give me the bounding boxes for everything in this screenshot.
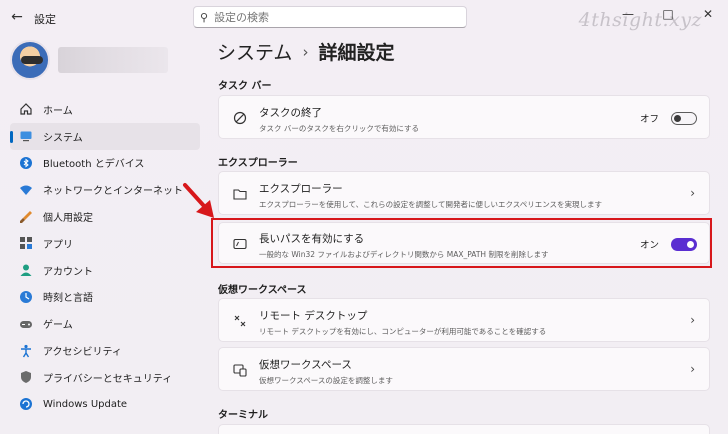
app-title: 設定 xyxy=(34,13,56,26)
page-title: 詳細設定 xyxy=(318,42,395,64)
sidebar-item-label: アカウント xyxy=(43,266,93,278)
back-arrow-icon: ← xyxy=(11,9,23,25)
window-controls: — □ ✕ xyxy=(608,0,728,28)
sidebar-item-label: ネットワークとインターネット xyxy=(43,186,183,198)
sidebar-item-label: 時刻と言語 xyxy=(43,293,93,305)
update-icon xyxy=(18,396,34,412)
chevron-right-icon[interactable]: › xyxy=(690,313,695,327)
toggle-state-label: オン xyxy=(639,240,659,251)
wifi-icon xyxy=(18,182,34,198)
chevron-right-icon[interactable]: › xyxy=(690,186,695,200)
clock-globe-icon xyxy=(18,289,34,305)
virtual-workspace-icon xyxy=(231,361,249,379)
end-task-toggle-group: オフ xyxy=(640,111,697,125)
close-button[interactable]: ✕ xyxy=(688,0,728,28)
setting-card-end-task: タスクの終了 タスク バーのタスクを右クリックで有効にする オフ xyxy=(218,95,710,139)
sidebar-item-privacy-security[interactable]: プライバシーとセキュリティ xyxy=(10,364,200,391)
search-box[interactable]: ⚲ xyxy=(193,6,467,28)
sidebar-item-home[interactable]: ホーム xyxy=(10,96,200,123)
annotation-arrow-icon xyxy=(183,183,214,218)
maximize-icon: □ xyxy=(662,7,674,21)
avatar-sunglasses xyxy=(21,56,43,64)
minimize-button[interactable]: — xyxy=(608,0,648,28)
setting-title: 長いパスを有効にする xyxy=(259,233,365,245)
sidebar-item-label: システム xyxy=(43,132,83,144)
search-input[interactable] xyxy=(214,10,455,24)
setting-description: エクスプローラーを使用して、これらの設定を調整して開発者に便しいエクスペリエンス… xyxy=(259,200,603,209)
maximize-button[interactable]: □ xyxy=(648,0,688,28)
setting-card-terminal-partial[interactable] xyxy=(218,424,710,434)
section-title-terminal: ターミナル xyxy=(218,410,268,421)
sidebar-item-bluetooth[interactable]: Bluetooth とデバイス xyxy=(10,150,200,177)
sidebar-item-label: アクセシビリティ xyxy=(43,347,122,359)
title-bar: ← 設定 ⚲ 4thsight.xyz — □ ✕ xyxy=(0,0,728,34)
apps-icon xyxy=(18,235,34,251)
setting-card-explorer[interactable]: エクスプローラー エクスプローラーを使用して、これらの設定を調整して開発者に便し… xyxy=(218,171,710,215)
chevron-right-icon[interactable]: › xyxy=(690,362,695,376)
setting-title: 仮想ワークスペース xyxy=(259,359,352,371)
setting-title: エクスプローラー xyxy=(259,183,343,195)
sidebar-item-label: Bluetooth とデバイス xyxy=(43,159,145,171)
end-task-toggle[interactable] xyxy=(671,111,697,125)
section-title-virtual-workspace: 仮想ワークスペース xyxy=(218,285,307,296)
section-title-explorer: エクスプローラー xyxy=(218,158,298,169)
setting-description: 仮想ワークスペースの設定を調整します xyxy=(259,376,393,385)
sidebar-item-label: プライバシーとセキュリティ xyxy=(43,373,173,385)
gamepad-icon xyxy=(18,316,34,332)
sidebar-item-label: ホーム xyxy=(43,105,73,117)
search-icon: ⚲ xyxy=(200,10,209,24)
sidebar-item-time-language[interactable]: 時刻と言語 xyxy=(10,284,200,311)
breadcrumb-parent[interactable]: システム xyxy=(217,38,292,65)
remote-desktop-icon xyxy=(231,312,249,330)
sidebar-item-network[interactable]: ネットワークとインターネット xyxy=(10,176,200,203)
accessibility-icon xyxy=(18,343,34,359)
breadcrumb: システム › 詳細設定 xyxy=(217,38,394,65)
minimize-icon: — xyxy=(622,7,634,21)
home-icon xyxy=(18,101,34,117)
sidebar-item-apps[interactable]: アプリ xyxy=(10,230,200,257)
settings-window: ← 設定 ⚲ 4thsight.xyz — □ ✕ ホーム xyxy=(0,0,728,434)
setting-card-long-paths: 長いパスを有効にする 一般的な Win32 ファイルおよびディレクトリ関数から … xyxy=(218,222,710,264)
sidebar-item-windows-update[interactable]: Windows Update xyxy=(10,391,200,418)
brush-icon xyxy=(18,209,34,225)
breadcrumb-separator: › xyxy=(302,42,309,61)
setting-card-remote-desktop[interactable]: リモート デスクトップ リモート デスクトップを有効にし、コンピューターが利用可… xyxy=(218,298,710,342)
setting-card-virtual-workspace[interactable]: 仮想ワークスペース 仮想ワークスペースの設定を調整します › xyxy=(218,347,710,391)
setting-title: リモート デスクトップ xyxy=(259,310,368,322)
setting-description: リモート デスクトップを有効にし、コンピューターが利用可能であることを確認する xyxy=(259,327,547,336)
close-icon: ✕ xyxy=(702,7,714,21)
account-icon xyxy=(18,262,34,278)
sidebar-item-system[interactable]: システム xyxy=(10,122,200,150)
sidebar-nav: ホーム システム Bluetooth とデバイス ネットワークとインターネット … xyxy=(10,96,200,418)
sidebar-item-label: Windows Update xyxy=(43,398,128,410)
setting-title: タスクの終了 xyxy=(259,107,322,119)
prohibit-icon xyxy=(231,109,249,127)
back-button[interactable]: ← xyxy=(8,8,26,26)
path-icon xyxy=(231,235,249,253)
profile-name-redacted xyxy=(58,47,168,73)
folder-icon xyxy=(231,185,249,203)
setting-description: 一般的な Win32 ファイルおよびディレクトリ関数から MAX_PATH 制限… xyxy=(259,250,549,259)
sidebar-item-label: ゲーム xyxy=(43,320,73,332)
sidebar-item-accounts[interactable]: アカウント xyxy=(10,257,200,284)
sidebar-item-label: 個人用設定 xyxy=(43,213,93,225)
setting-description: タスク バーのタスクを右クリックで有効にする xyxy=(259,124,419,133)
sidebar-item-personalization[interactable]: 個人用設定 xyxy=(10,203,200,230)
sidebar-item-gaming[interactable]: ゲーム xyxy=(10,310,200,337)
toggle-state-label: オフ xyxy=(639,114,659,125)
long-paths-toggle-group: オン xyxy=(640,237,697,251)
section-title-taskbar: タスク バー xyxy=(218,81,272,92)
sidebar-item-label: アプリ xyxy=(43,239,73,251)
long-paths-toggle[interactable] xyxy=(671,237,697,251)
avatar xyxy=(10,40,50,80)
sidebar-item-accessibility[interactable]: アクセシビリティ xyxy=(10,337,200,364)
system-icon xyxy=(18,128,34,144)
shield-icon xyxy=(18,369,34,385)
bluetooth-icon xyxy=(18,155,34,171)
